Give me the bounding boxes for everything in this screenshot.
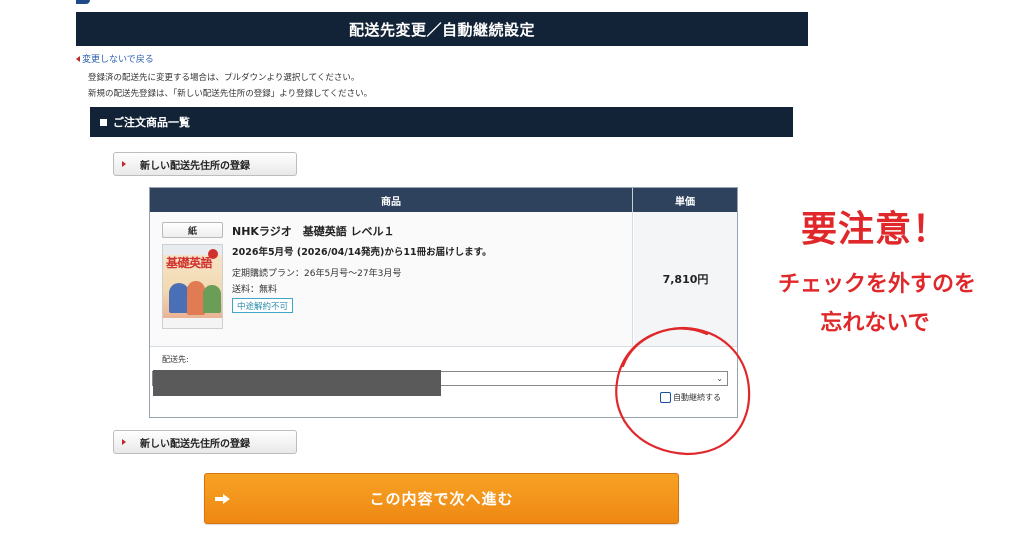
redacted-address [153,370,441,396]
cover-title: 基礎英語 [166,256,213,270]
table-header: 商品 単価 [150,188,737,212]
destination-label: 配送先: [162,355,189,364]
warning-heading: 要注意！ [800,209,949,250]
proceed-next-label: この内容で次へ進む [369,490,514,508]
site-logo[interactable] [76,0,156,8]
delivery-info: 2026年5月号 (2026/04/14発売)から11冊お届けします。 [232,247,492,258]
shipping-fee: 送料：無料 [232,285,278,295]
back-arrow-icon [76,55,80,62]
register-new-address-label: 新しい配送先住所の登録 [140,438,250,450]
section-header-order-items: ご注文商品一覧 [90,107,793,137]
page-title: 配送先変更／自動継続設定 [76,12,808,46]
instruction-text-2: 新規の配送先登録は、「新しい配送先住所の登録」より登録してください。 [88,89,373,99]
subscription-plan: 定期購読プラン：26年5月号～27年3月号 [232,269,402,279]
proceed-next-button[interactable]: この内容で次へ進む [204,473,679,524]
register-new-address-label: 新しい配送先住所の登録 [140,160,250,172]
product-cell: 紙 基礎英語 NHKラジオ 基礎英語 レベル１ 2026年5月号 (2026/0… [150,212,633,346]
warning-text-line1: チェックを外すのを [777,272,976,297]
chevron-right-icon [122,161,126,167]
hand-drawn-circle-annotation [615,326,751,456]
product-name: NHKラジオ 基礎英語 レベル１ [232,225,395,238]
no-cancel-badge: 中途解約不可 [232,298,294,313]
chevron-right-icon [122,439,126,445]
warning-text-line2: 忘れないで [820,311,930,336]
register-new-address-button-bottom[interactable]: 新しい配送先住所の登録 [113,430,297,454]
logo-swoosh-icon [76,0,90,4]
back-link-label: 変更しないで戻る [82,55,154,65]
register-new-address-button-top[interactable]: 新しい配送先住所の登録 [113,152,297,176]
format-badge: 紙 [162,222,223,238]
column-header-price: 単価 [675,196,695,208]
back-link[interactable]: 変更しないで戻る [76,52,154,65]
square-bullet-icon [100,118,107,126]
magazine-cover-image: 基礎英語 [162,244,223,329]
column-header-product: 商品 [150,188,633,212]
section-title: ご注文商品一覧 [113,116,190,129]
instruction-text-1: 登録済の配送先に変更する場合は、プルダウンより選択してください。 [88,73,360,83]
